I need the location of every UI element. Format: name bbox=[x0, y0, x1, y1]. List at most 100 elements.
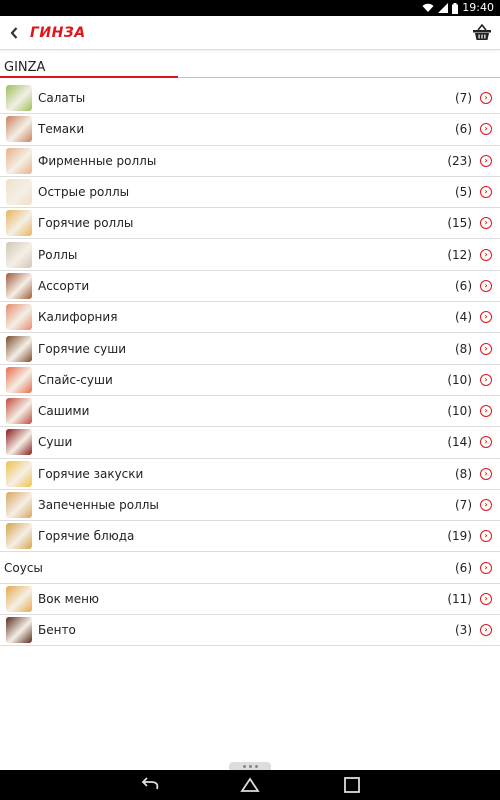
menu-list: Салаты (7) › Темаки (6) › Фирменные роллы (23) ›… bbox=[0, 83, 500, 647]
menu-item-count: (23) bbox=[447, 153, 472, 168]
status-time: 19:40 bbox=[462, 1, 494, 14]
menu-item-label: Горячие закуски bbox=[38, 466, 144, 481]
menu-item[interactable]: Темаки (6) › bbox=[0, 114, 500, 146]
battery-icon bbox=[452, 2, 459, 14]
menu-item[interactable]: Горячие блюда (19) › bbox=[0, 521, 500, 553]
menu-item[interactable]: Роллы (12) › bbox=[0, 239, 500, 271]
menu-item-label: Салаты bbox=[38, 91, 86, 106]
nav-back-button[interactable] bbox=[139, 776, 161, 794]
menu-item-label: Темаки bbox=[38, 122, 85, 137]
menu-item[interactable]: Калифорния (4) › bbox=[0, 302, 500, 334]
chevron-right-icon: › bbox=[480, 467, 492, 480]
menu-item[interactable]: Острые роллы (5) › bbox=[0, 177, 500, 209]
chevron-right-icon: › bbox=[480, 530, 492, 543]
menu-item-thumbnail bbox=[6, 585, 32, 612]
nav-home-button[interactable] bbox=[239, 776, 261, 794]
menu-item-thumbnail bbox=[6, 429, 32, 456]
menu-item-count: (7) bbox=[455, 91, 472, 106]
navigation-bar bbox=[0, 770, 500, 800]
menu-item-label: Горячие блюда bbox=[38, 529, 135, 544]
signal-icon bbox=[438, 3, 449, 13]
menu-item-thumbnail bbox=[6, 335, 32, 362]
menu-item[interactable]: Горячие закуски (8) › bbox=[0, 459, 500, 490]
back-button[interactable] bbox=[6, 22, 22, 44]
menu-item-thumbnail bbox=[6, 366, 32, 393]
menu-item[interactable]: Сашими (10) › bbox=[0, 396, 500, 428]
menu-item[interactable]: Бенто (3) › bbox=[0, 615, 500, 647]
chevron-right-icon: › bbox=[480, 436, 492, 449]
menu-item-label: Горячие роллы bbox=[38, 216, 134, 231]
menu-item-count: (6) bbox=[455, 122, 472, 137]
menu-item-thumbnail bbox=[6, 116, 32, 143]
menu-item-thumbnail bbox=[6, 147, 32, 174]
menu-item-thumbnail bbox=[6, 460, 32, 487]
menu-item-thumbnail bbox=[6, 492, 32, 518]
menu-item-label: Роллы bbox=[38, 247, 78, 262]
chevron-right-icon: › bbox=[480, 92, 492, 105]
chevron-right-icon: › bbox=[480, 405, 492, 418]
menu-item-label: Сашими bbox=[38, 404, 90, 419]
section-header: GINZA bbox=[0, 58, 500, 80]
menu-item-count: (19) bbox=[447, 529, 472, 544]
menu-item-label: Соусы bbox=[4, 560, 43, 575]
menu-item-label: Спайс-суши bbox=[38, 372, 113, 387]
menu-item-count: (6) bbox=[455, 278, 472, 293]
chevron-right-icon: › bbox=[480, 561, 492, 574]
chevron-right-icon: › bbox=[480, 373, 492, 386]
recents-icon bbox=[344, 777, 360, 793]
chevron-left-icon bbox=[10, 27, 18, 39]
menu-item-label: Запеченные роллы bbox=[38, 498, 159, 512]
menu-item[interactable]: Горячие роллы (15) › bbox=[0, 208, 500, 240]
cart-button[interactable] bbox=[472, 22, 492, 42]
chevron-right-icon: › bbox=[480, 154, 492, 167]
menu-item-thumbnail bbox=[6, 272, 32, 299]
menu-item-label: Вок меню bbox=[38, 591, 100, 606]
wifi-icon bbox=[422, 3, 434, 12]
menu-item[interactable]: Вок меню (11) › bbox=[0, 584, 500, 616]
menu-item-thumbnail bbox=[6, 179, 32, 206]
menu-item-thumbnail bbox=[6, 85, 32, 112]
chevron-right-icon: › bbox=[480, 217, 492, 230]
menu-item-count: (8) bbox=[455, 341, 472, 356]
menu-item[interactable]: Запеченные роллы (7) › bbox=[0, 490, 500, 522]
menu-item-label: Калифорния bbox=[38, 310, 118, 325]
chevron-right-icon: › bbox=[480, 592, 492, 605]
menu-item[interactable]: Соусы (6) › bbox=[0, 552, 500, 584]
menu-item-count: (5) bbox=[455, 185, 472, 200]
menu-item-count: (12) bbox=[447, 247, 472, 262]
menu-item-count: (4) bbox=[455, 310, 472, 325]
nav-recents-button[interactable] bbox=[341, 776, 363, 794]
menu-item-count: (15) bbox=[447, 216, 472, 231]
dock-handle[interactable] bbox=[229, 762, 271, 770]
chevron-right-icon: › bbox=[480, 123, 492, 136]
menu-item-thumbnail bbox=[6, 210, 32, 237]
chevron-right-icon: › bbox=[480, 186, 492, 199]
status-icons: 19:40 bbox=[422, 1, 494, 15]
menu-item-thumbnail bbox=[6, 241, 32, 268]
menu-item-count: (6) bbox=[455, 560, 472, 575]
chevron-right-icon: › bbox=[480, 342, 492, 355]
home-icon bbox=[240, 777, 260, 792]
chevron-right-icon: › bbox=[480, 624, 492, 637]
status-bar: 19:40 bbox=[0, 0, 500, 16]
menu-item[interactable]: Горячие суши (8) › bbox=[0, 333, 500, 365]
menu-item-count: (8) bbox=[455, 466, 472, 481]
back-arrow-icon bbox=[141, 777, 159, 790]
menu-item-label: Острые роллы bbox=[38, 185, 130, 200]
section-title: GINZA bbox=[4, 60, 46, 75]
chevron-right-icon: › bbox=[480, 499, 492, 511]
menu-item-count: (3) bbox=[455, 623, 472, 638]
chevron-right-icon: › bbox=[480, 279, 492, 292]
menu-item[interactable]: Фирменные роллы (23) › bbox=[0, 146, 500, 177]
menu-item-count: (14) bbox=[447, 435, 472, 450]
menu-item[interactable]: Салаты (7) › bbox=[0, 83, 500, 115]
basket-icon bbox=[473, 23, 491, 40]
menu-item[interactable]: Спайс-суши (10) › bbox=[0, 365, 500, 396]
menu-item-label: Горячие суши bbox=[38, 341, 127, 356]
menu-item[interactable]: Суши (14) › bbox=[0, 427, 500, 459]
menu-item-thumbnail bbox=[6, 304, 32, 331]
app-logo: ГИНЗА bbox=[30, 25, 86, 41]
menu-item-count: (7) bbox=[455, 498, 472, 512]
menu-item[interactable]: Ассорти (6) › bbox=[0, 271, 500, 303]
menu-item-thumbnail bbox=[6, 398, 32, 425]
